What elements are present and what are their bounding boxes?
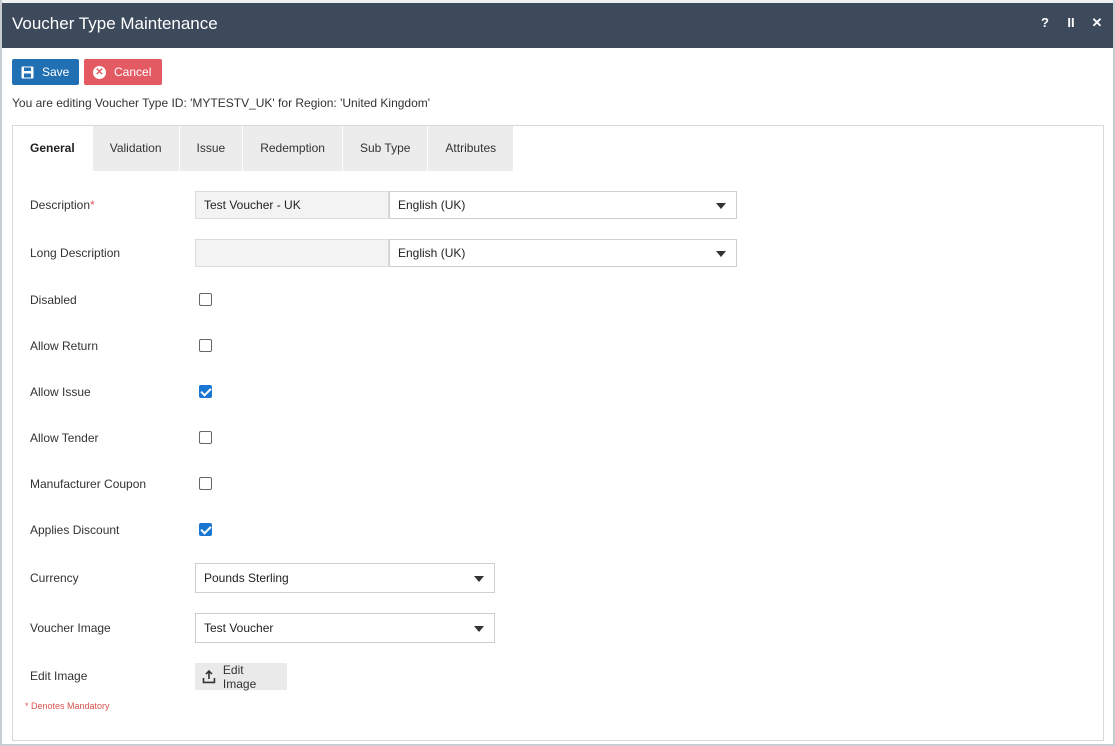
disabled-checkbox[interactable]	[199, 293, 212, 306]
allow-return-label: Allow Return	[30, 339, 99, 353]
edit-image-button[interactable]: Edit Image	[195, 662, 287, 691]
tab-bar: General Validation Issue Redemption Sub …	[13, 126, 515, 171]
cancel-icon: ✕	[93, 65, 106, 79]
title-bar: Voucher Type Maintenance ? II ✕	[2, 0, 1113, 48]
allow-return-checkbox[interactable]	[199, 339, 212, 352]
currency-select[interactable]: Pounds Sterling	[195, 563, 495, 593]
long-description-label: Long Description	[30, 246, 121, 260]
voucher-image-value: Test Voucher	[204, 621, 274, 635]
tab-sub-type[interactable]: Sub Type	[342, 126, 429, 171]
tab-issue[interactable]: Issue	[179, 126, 244, 171]
mandatory-note: * Denotes Mandatory	[25, 701, 110, 711]
form-panel: General Validation Issue Redemption Sub …	[12, 125, 1104, 741]
cancel-button-label: Cancel	[114, 65, 152, 79]
description-language-select[interactable]: English (UK)	[389, 191, 737, 219]
voucher-image-select[interactable]: Test Voucher	[195, 613, 495, 643]
allow-tender-checkbox[interactable]	[199, 431, 212, 444]
description-language-value: English (UK)	[398, 198, 466, 212]
upload-icon	[202, 669, 216, 683]
long-description-language-value: English (UK)	[398, 246, 466, 260]
chevron-down-icon	[716, 203, 726, 209]
chevron-down-icon	[716, 251, 726, 257]
description-label-text: Description	[30, 198, 91, 212]
allow-issue-label: Allow Issue	[30, 385, 91, 399]
applies-discount-checkbox[interactable]	[199, 523, 212, 536]
pause-icon[interactable]: II	[1065, 15, 1077, 31]
allow-tender-label: Allow Tender	[30, 431, 99, 445]
window-title: Voucher Type Maintenance	[12, 14, 218, 33]
voucher-image-label: Voucher Image	[30, 621, 111, 635]
tab-validation[interactable]: Validation	[92, 126, 180, 171]
edit-image-button-label: Edit Image	[222, 662, 257, 691]
currency-value: Pounds Sterling	[204, 571, 289, 585]
cancel-button[interactable]: ✕ Cancel	[84, 59, 162, 85]
required-mark: *	[90, 198, 95, 212]
description-label: Description*	[30, 198, 95, 212]
long-description-input[interactable]	[195, 239, 389, 267]
manufacturer-coupon-checkbox[interactable]	[199, 477, 212, 490]
long-description-language-select[interactable]: English (UK)	[389, 239, 737, 267]
save-icon	[21, 66, 34, 78]
chevron-down-icon	[474, 626, 484, 632]
save-button-label: Save	[42, 65, 70, 79]
currency-label: Currency	[30, 571, 79, 585]
editing-info-text: You are editing Voucher Type ID: 'MYTEST…	[12, 96, 431, 110]
applies-discount-label: Applies Discount	[30, 523, 120, 537]
voucher-type-window: Voucher Type Maintenance ? II ✕ Save ✕ C…	[0, 0, 1115, 746]
description-input[interactable]: Test Voucher - UK	[195, 191, 389, 219]
save-button[interactable]: Save	[12, 59, 79, 85]
close-icon[interactable]: ✕	[1091, 15, 1103, 31]
tab-general[interactable]: General	[13, 126, 93, 171]
manufacturer-coupon-label: Manufacturer Coupon	[30, 477, 147, 491]
tab-attributes[interactable]: Attributes	[428, 126, 515, 171]
chevron-down-icon	[474, 576, 484, 582]
disabled-label: Disabled	[30, 293, 77, 307]
tab-redemption[interactable]: Redemption	[243, 126, 343, 171]
help-icon[interactable]: ?	[1039, 15, 1051, 31]
title-bar-controls: ? II ✕	[1039, 15, 1103, 31]
edit-image-label: Edit Image	[30, 669, 88, 683]
allow-issue-checkbox[interactable]	[199, 385, 212, 398]
